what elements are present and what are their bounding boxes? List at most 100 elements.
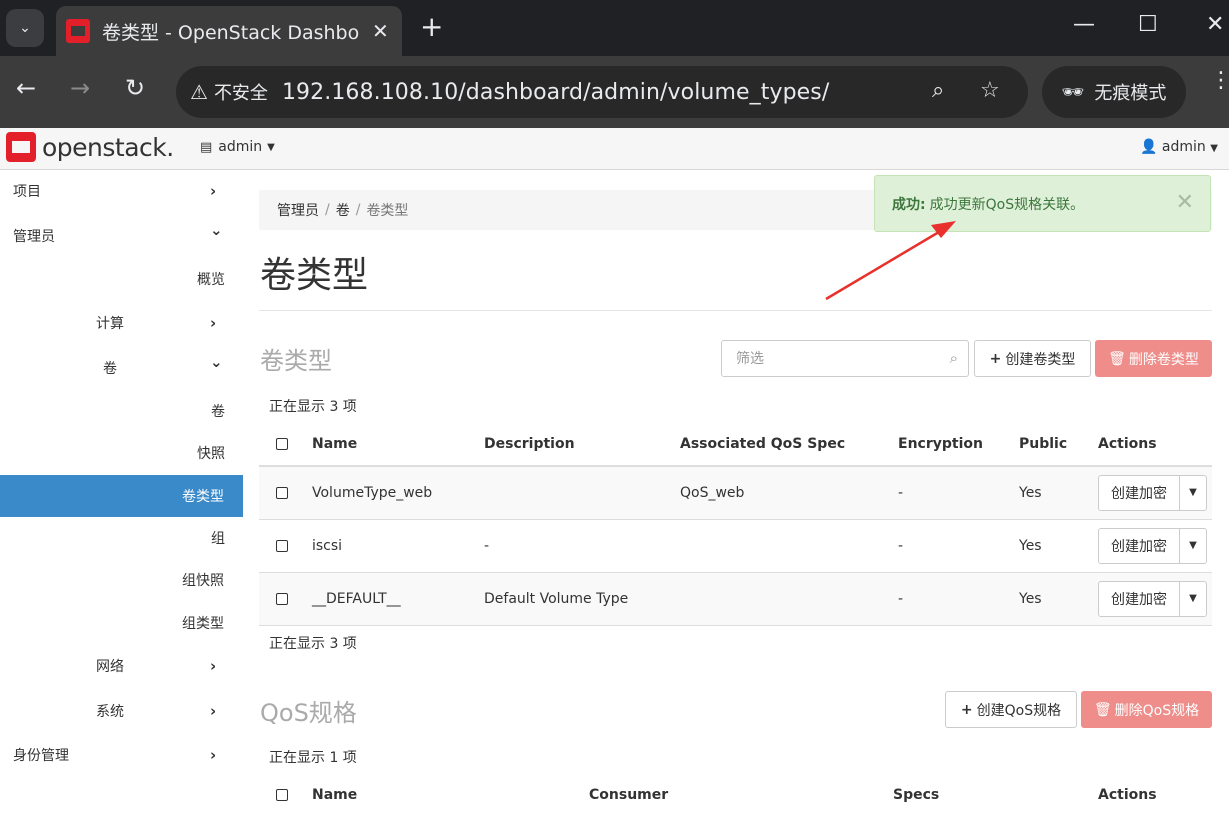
new-tab-button[interactable]: + bbox=[420, 12, 443, 42]
cell-name: VolumeType_web bbox=[312, 466, 484, 520]
cell-encryption: - bbox=[898, 466, 1019, 520]
forward-arrow-icon[interactable]: → bbox=[70, 74, 90, 102]
qos-count: 正在显示 1 项 bbox=[269, 750, 357, 766]
delete-qos-spec-button[interactable]: 🗑 删除QoS规格 bbox=[1081, 691, 1212, 728]
filter-input[interactable] bbox=[722, 341, 932, 376]
alert-message: 成功更新QoS规格关联。 bbox=[929, 196, 1085, 213]
minimize-icon[interactable]: — bbox=[1073, 12, 1095, 37]
sidebar-item-volumes[interactable]: 卷 bbox=[0, 390, 243, 432]
browser-tab-bar: ⌄ 卷类型 - OpenStack Dashboard ✕ + — ☐ ✕ bbox=[0, 0, 1229, 56]
caret-down-icon[interactable]: ▼ bbox=[1180, 476, 1206, 510]
cell-qos: QoS_web bbox=[680, 466, 898, 520]
plus-icon: + bbox=[989, 350, 1002, 367]
sidebar-item-groups[interactable]: 组 bbox=[0, 517, 243, 559]
url-text[interactable]: 192.168.108.10/dashboard/admin/volume_ty… bbox=[282, 80, 829, 105]
sidebar-item-compute[interactable]: 计算 › bbox=[0, 302, 243, 344]
project-dropdown[interactable]: ▤ admin ▼ bbox=[200, 139, 275, 155]
user-icon: 👤 bbox=[1140, 139, 1158, 155]
logo-text: openstack. bbox=[42, 132, 174, 162]
create-encryption-button[interactable]: 创建加密 bbox=[1099, 528, 1180, 563]
breadcrumb-separator: / bbox=[325, 202, 330, 218]
breadcrumb-volume[interactable]: 卷 bbox=[336, 200, 350, 220]
incognito-label: 无痕模式 bbox=[1094, 83, 1167, 104]
sidebar-item-volume-group[interactable]: 卷 ⌄ bbox=[0, 347, 243, 389]
back-arrow-icon[interactable]: ← bbox=[16, 74, 36, 102]
cell-qos bbox=[680, 519, 898, 573]
row-checkbox[interactable] bbox=[276, 592, 288, 605]
chevron-right-icon: › bbox=[210, 746, 217, 764]
user-dropdown[interactable]: 👤 admin ▼ bbox=[1140, 139, 1218, 155]
sidebar-item-system[interactable]: 系统 › bbox=[0, 690, 243, 732]
tab-search-chevron-icon[interactable]: ⌄ bbox=[6, 9, 44, 47]
reload-icon[interactable]: ↻ bbox=[125, 74, 145, 102]
row-action-group: 创建加密 ▼ bbox=[1098, 580, 1207, 617]
create-encryption-button[interactable]: 创建加密 bbox=[1099, 475, 1180, 510]
column-header-name[interactable]: Name bbox=[312, 773, 589, 815]
sidebar-item-project[interactable]: 项目 › bbox=[0, 170, 243, 212]
cell-description bbox=[484, 466, 680, 520]
sidebar-item-network[interactable]: 网络 › bbox=[0, 645, 243, 687]
zoom-search-icon[interactable]: ⌕ bbox=[932, 78, 944, 103]
cell-qos bbox=[680, 572, 898, 626]
window-close-icon[interactable]: ✕ bbox=[1206, 12, 1224, 37]
bookmark-star-icon[interactable]: ☆ bbox=[980, 78, 1000, 103]
project-label: admin bbox=[218, 139, 263, 155]
sidebar-item-volume-types[interactable]: 卷类型 bbox=[0, 475, 243, 517]
sidebar-item-group-types[interactable]: 组类型 bbox=[0, 602, 243, 644]
chevron-right-icon: › bbox=[210, 182, 217, 200]
column-header-qos[interactable]: Associated QoS Spec bbox=[680, 422, 898, 467]
close-icon[interactable]: ✕ bbox=[1176, 190, 1194, 215]
column-header-actions: Actions bbox=[1098, 422, 1212, 467]
filter-field[interactable]: ⌕ bbox=[721, 340, 969, 377]
caret-down-icon[interactable]: ▼ bbox=[1180, 529, 1206, 563]
column-header-encryption[interactable]: Encryption bbox=[898, 422, 1019, 467]
sidebar-item-label: 卷 bbox=[211, 404, 225, 420]
breadcrumb-current: 卷类型 bbox=[366, 203, 409, 219]
create-encryption-button[interactable]: 创建加密 bbox=[1099, 581, 1180, 616]
address-bar[interactable]: ⚠ 不安全 192.168.108.10/dashboard/admin/vol… bbox=[176, 66, 1028, 118]
breadcrumb-admin[interactable]: 管理员 bbox=[277, 200, 319, 220]
security-indicator[interactable]: ⚠ 不安全 bbox=[190, 79, 268, 105]
cell-description: - bbox=[484, 519, 680, 573]
title-divider bbox=[259, 310, 1212, 311]
create-qos-spec-label: 创建QoS规格 bbox=[976, 702, 1062, 719]
select-all-checkbox[interactable] bbox=[276, 437, 288, 450]
openstack-favicon-icon bbox=[66, 19, 90, 43]
column-header-actions: Actions bbox=[1098, 773, 1212, 815]
project-icon: ▤ bbox=[200, 139, 213, 155]
sidebar-item-label: 身份管理 bbox=[13, 748, 69, 764]
sidebar-item-admin[interactable]: 管理员 ⌄ bbox=[0, 215, 243, 257]
sidebar-item-identity[interactable]: 身份管理 › bbox=[0, 734, 243, 776]
caret-down-icon[interactable]: ▼ bbox=[1180, 582, 1206, 616]
create-volume-type-button[interactable]: + 创建卷类型 bbox=[974, 340, 1091, 377]
openstack-logo[interactable]: openstack. bbox=[6, 132, 174, 162]
openstack-logo-icon bbox=[6, 132, 36, 162]
delete-volume-type-button[interactable]: 🗑 删除卷类型 bbox=[1095, 340, 1212, 377]
select-all-checkbox[interactable] bbox=[276, 788, 288, 801]
column-header-description[interactable]: Description bbox=[484, 422, 680, 467]
create-qos-spec-button[interactable]: + 创建QoS规格 bbox=[945, 691, 1077, 728]
column-header-consumer[interactable]: Consumer bbox=[589, 773, 893, 815]
sidebar-item-snapshots[interactable]: 快照 bbox=[0, 432, 243, 474]
row-checkbox[interactable] bbox=[276, 539, 288, 552]
column-header-public[interactable]: Public bbox=[1019, 422, 1098, 467]
browser-tab[interactable]: 卷类型 - OpenStack Dashboard ✕ bbox=[56, 6, 402, 56]
incognito-button[interactable]: 🕶 无痕模式 bbox=[1042, 66, 1186, 118]
maximize-icon[interactable]: ☐ bbox=[1138, 12, 1158, 37]
row-checkbox[interactable] bbox=[276, 486, 288, 499]
column-header-specs: Specs bbox=[893, 773, 1098, 815]
cell-description: Default Volume Type bbox=[484, 572, 680, 626]
table-header-row: Name Consumer Specs Actions bbox=[259, 773, 1212, 815]
success-alert: 成功: 成功更新QoS规格关联。 ✕ bbox=[874, 175, 1211, 232]
sidebar-item-label: 卷类型 bbox=[182, 489, 224, 505]
table-row: VolumeType_web QoS_web - Yes 创建加密 ▼ bbox=[259, 466, 1212, 520]
qos-table: Name Consumer Specs Actions bbox=[259, 773, 1212, 815]
cell-public: Yes bbox=[1019, 466, 1098, 520]
sidebar-item-overview[interactable]: 概览 bbox=[0, 258, 243, 300]
tab-close-icon[interactable]: ✕ bbox=[372, 19, 389, 43]
more-menu-icon[interactable]: ⋮ bbox=[1210, 70, 1229, 92]
search-icon[interactable]: ⌕ bbox=[950, 349, 958, 367]
sidebar-item-group-snapshots[interactable]: 组快照 bbox=[0, 559, 243, 601]
chevron-right-icon: › bbox=[210, 657, 217, 675]
column-header-name[interactable]: Name bbox=[312, 422, 484, 467]
